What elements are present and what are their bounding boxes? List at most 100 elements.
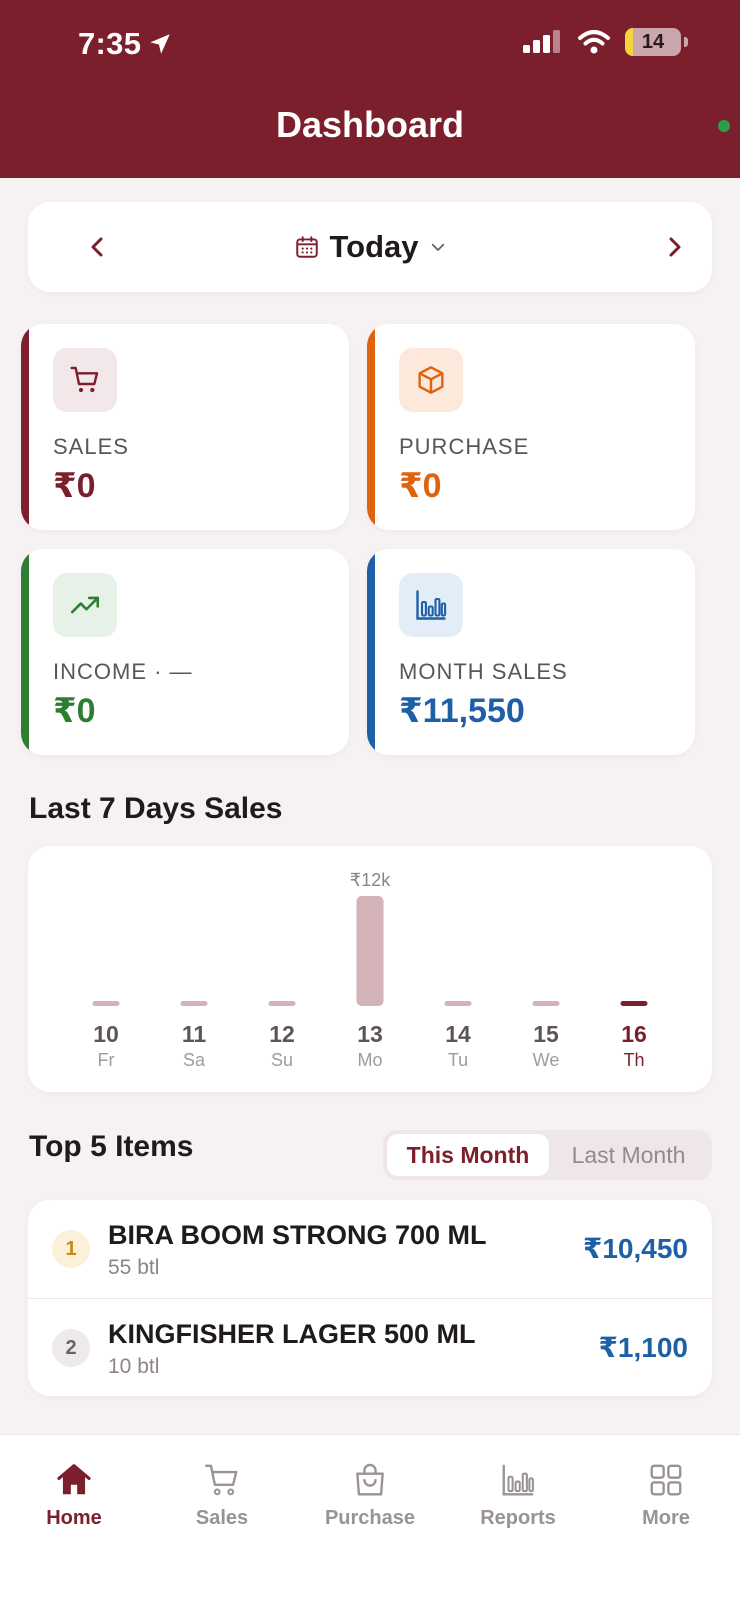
chart-weekday-label: Su [271,1050,293,1070]
income-label: INCOME · — [53,659,193,684]
item-quantity: 55 btl [108,1256,160,1279]
chart-bar[interactable] [268,1001,296,1006]
chart-bar[interactable] [532,1001,560,1006]
card-accent [367,549,375,755]
card-accent [21,549,29,755]
bar-chart-icon [416,590,447,620]
date-selector: Today [28,202,712,292]
item-name: BIRA BOOM STRONG 700 ML [108,1220,487,1250]
month-sales-value: ₹11,550 [399,692,525,730]
wifi-icon [578,30,610,54]
card-accent [21,324,29,530]
bar-chart-icon [502,1464,534,1496]
cart-icon [204,1464,238,1496]
battery-nub [684,37,688,47]
bottom-navigation: Home Sales Purchase Reports More [0,1434,740,1600]
chart-x-tick-label: 14 [445,1021,471,1047]
income-icon-box [53,573,117,637]
chart-x-tick-label: 13 [357,1021,383,1047]
date-range-dropdown[interactable]: Today [28,226,712,268]
nav-sales[interactable]: Sales [148,1461,296,1530]
chart-bar[interactable] [620,1001,648,1006]
chart-section-title: Last 7 Days Sales [29,792,283,825]
grid-icon [650,1464,682,1496]
nav-home-label: Home [46,1507,102,1529]
item-name: KINGFISHER LAGER 500 ML [108,1319,476,1349]
last-month-tab[interactable]: Last Month [549,1134,708,1176]
item-amount: ₹10,450 [582,1233,688,1264]
chart-bar[interactable] [180,1001,208,1006]
nav-purchase-label: Purchase [324,1507,416,1529]
sales-stat-card[interactable]: SALES ₹0 [21,324,349,530]
month-sales-stat-card[interactable]: MONTH SALES ₹11,550 [367,549,695,755]
rank-badge: 1 [52,1230,90,1268]
sales-chart-card: 10 Fr 11 Sa 12 Su ₹12k 13 Mo 14 Tu 15 We 16 Th [28,846,712,1092]
chart-weekday-label: Mo [357,1050,382,1070]
nav-home[interactable]: Home [0,1461,148,1530]
card-accent [367,324,375,530]
nav-more-label: More [642,1507,690,1529]
rank-badge: 2 [52,1329,90,1367]
time-label: 7:35 [78,26,142,61]
page-title: Dashboard [275,104,465,145]
month-sales-icon-box [399,573,463,637]
box-icon [418,366,444,394]
trend-up-icon [70,596,100,614]
purchase-value: ₹0 [399,467,442,505]
chevron-down-icon [431,243,444,251]
top-items-list: 1 BIRA BOOM STRONG 700 ML 55 btl ₹10,450… [28,1200,712,1396]
chart-weekday-label: Th [623,1050,644,1070]
nav-sales-label: Sales [195,1507,249,1529]
chart-weekday-label: Sa [183,1050,206,1070]
list-item[interactable]: 1 BIRA BOOM STRONG 700 ML 55 btl ₹10,450 [28,1200,712,1298]
sales-label: SALES [53,434,129,459]
nav-reports-label: Reports [480,1507,556,1529]
nav-more[interactable]: More [592,1461,740,1530]
income-value: ₹0 [53,692,96,730]
status-time: 7:35 [78,26,173,62]
shopping-bag-icon [356,1463,384,1496]
date-range-label: Today [329,229,419,264]
chart-weekday-label: Tu [448,1050,468,1070]
purchase-label: PURCHASE [399,434,530,459]
nav-reports[interactable]: Reports [444,1461,592,1530]
item-quantity: 10 btl [108,1355,160,1378]
chart-data-label: ₹12k [350,870,391,890]
chart-x-tick-label: 11 [182,1021,207,1047]
battery-level: 14 [641,30,665,53]
app-header: 7:35 14 Dashboard [0,0,740,178]
chevron-right-icon [669,237,681,257]
sales-value: ₹0 [53,467,96,505]
sales-icon-box [53,348,117,412]
top-items-title: Top 5 Items [29,1130,194,1163]
income-stat-card[interactable]: INCOME · — ₹0 [21,549,349,755]
month-sales-label: MONTH SALES [399,659,568,684]
nav-purchase[interactable]: Purchase [296,1461,444,1530]
sales-bar-chart: 10 Fr 11 Sa 12 Su ₹12k 13 Mo 14 Tu 15 We 16 Th [92,870,648,1070]
list-item[interactable]: 2 KINGFISHER LAGER 500 ML 10 btl ₹1,100 [28,1298,712,1396]
status-bar: 7:35 14 [0,0,740,90]
this-month-tab[interactable]: This Month [387,1134,549,1176]
cellular-signal-icon [523,30,560,53]
calendar-icon [295,236,318,258]
next-date-button[interactable] [654,227,694,267]
purchase-icon-box [399,348,463,412]
chart-weekday-label: Fr [98,1050,115,1070]
chart-x-tick-label: 12 [269,1021,295,1047]
status-icons: 14 [523,28,688,56]
chart-x-tick-label: 16 [621,1021,647,1047]
item-amount: ₹1,100 [598,1332,688,1363]
chart-weekday-label: We [533,1050,560,1070]
chart-x-tick-label: 15 [533,1021,559,1047]
chart-bar[interactable] [356,896,384,1006]
purchase-stat-card[interactable]: PURCHASE ₹0 [367,324,695,530]
location-arrow-icon [150,34,170,54]
chart-bar[interactable] [92,1001,120,1006]
chart-bar[interactable] [444,1001,472,1006]
online-status-dot [716,118,732,134]
battery-indicator: 14 [625,28,681,56]
cart-icon [70,366,99,393]
home-icon [57,1464,91,1495]
chart-x-tick-label: 10 [93,1021,119,1047]
period-toggle: This Month Last Month [383,1130,712,1180]
